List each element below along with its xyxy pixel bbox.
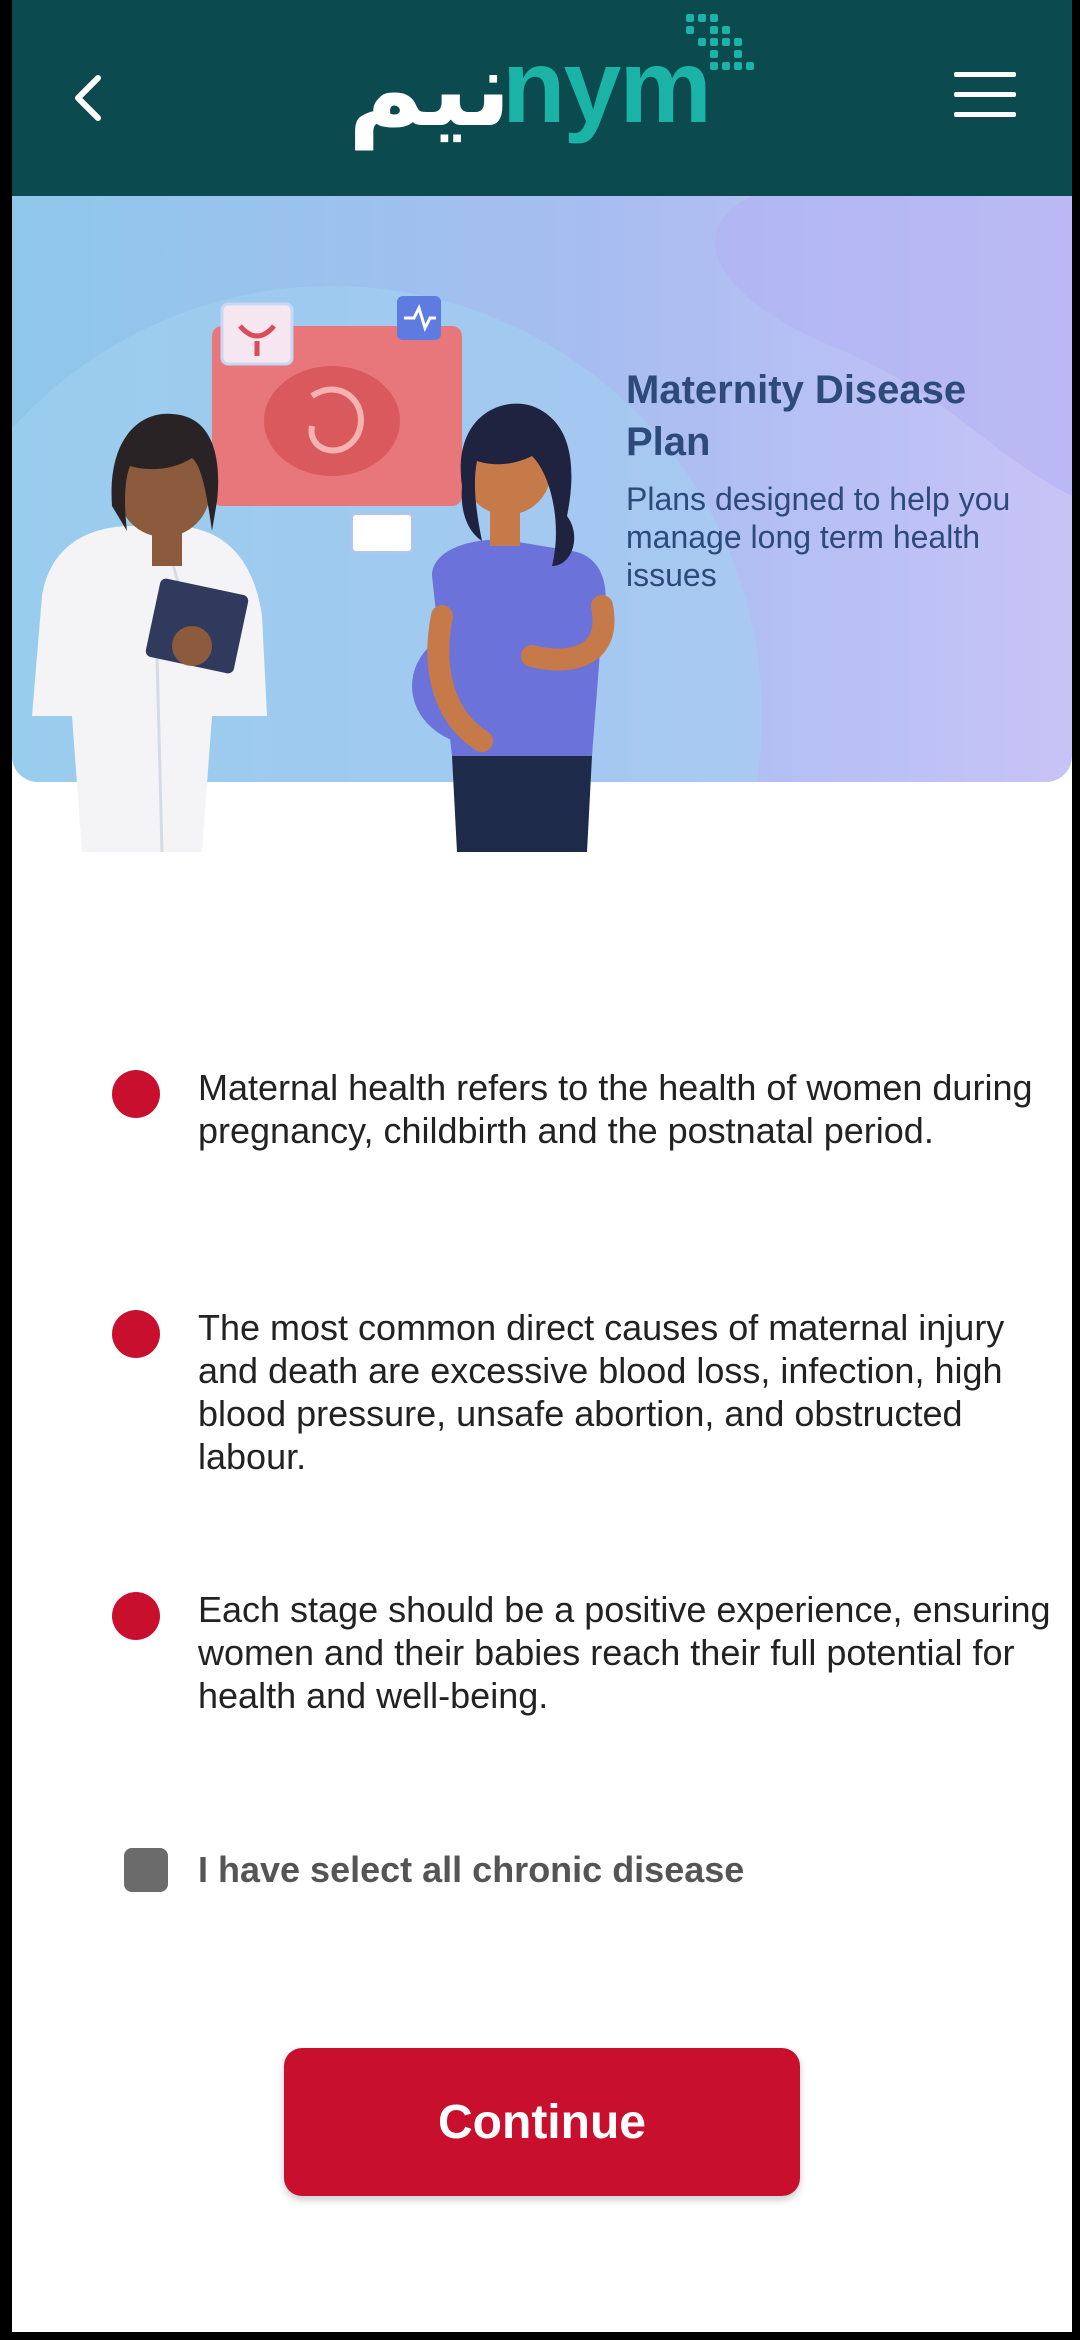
continue-button[interactable]: Continue — [284, 2048, 800, 2196]
confirm-checkbox-row[interactable]: I have select all chronic disease — [12, 1840, 1072, 1900]
checkbox-label: I have select all chronic disease — [198, 1849, 745, 1890]
bullet-text: Maternal health refers to the health of … — [198, 1067, 1033, 1151]
bullet-dot-icon — [112, 1310, 160, 1358]
logo-mark-icon — [686, 14, 754, 70]
logo-latin-text: nym — [502, 29, 712, 145]
nym-logo: نيم nym — [332, 8, 762, 158]
hamburger-menu-icon — [954, 72, 1016, 117]
back-button[interactable] — [52, 62, 124, 134]
bullet-text: The most common direct causes of materna… — [198, 1307, 1005, 1477]
confirm-checkbox[interactable] — [124, 1848, 168, 1892]
chevron-left-icon — [75, 75, 101, 121]
logo-arabic-text: نيم — [348, 28, 512, 150]
app-header: نيم nym — [12, 0, 1072, 196]
hero-subtitle: Plans designed to help you manage long t… — [626, 481, 1011, 593]
bullet-dot-icon — [112, 1070, 160, 1118]
hero-title: Maternity Disease Plan — [626, 368, 967, 464]
app-screen: نيم nym Maternity Disease Plan Plans des… — [12, 0, 1072, 2332]
menu-button[interactable] — [948, 62, 1024, 126]
doctor-patient-illustration — [32, 296, 615, 852]
bullet-text: Each stage should be a positive experien… — [198, 1589, 1051, 1716]
continue-label: Continue — [438, 2095, 646, 2149]
bullet-dot-icon — [112, 1592, 160, 1640]
